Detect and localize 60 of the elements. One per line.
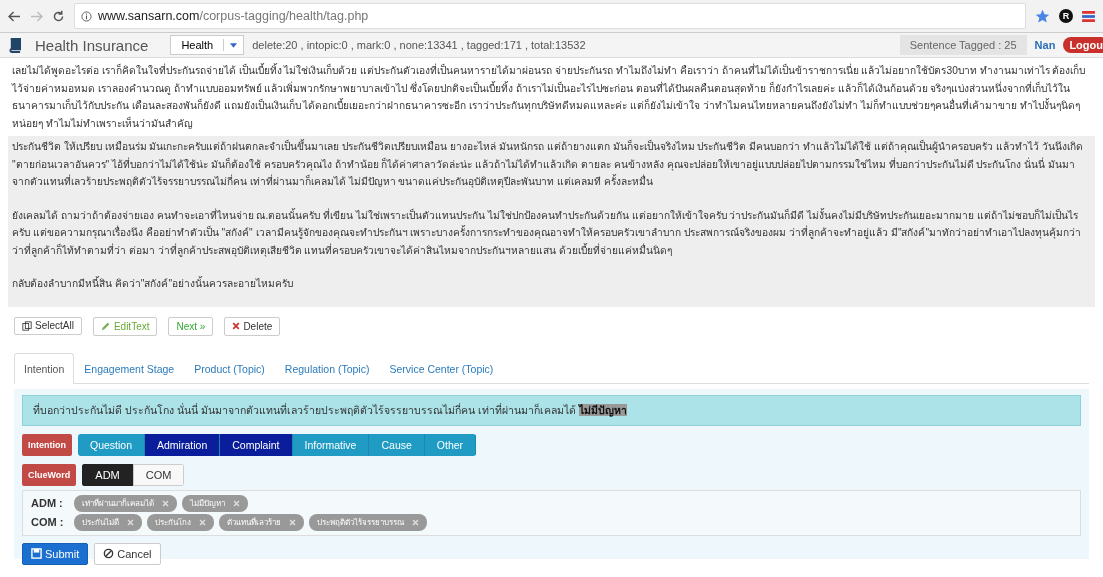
- clue-tag[interactable]: ไม่มีปัญหา: [182, 494, 248, 512]
- paragraph-text: ยังเคลมได้ ถามว่าถ้าต้องจ่ายเอง คนทำจะเอาที่ไหนจ่าย ณ.ตอนนั้นครับ ที่เขียน ไม่ใช่เพราะเป็นตัวแทนประกัน ไม่ใช่ปกป้องคนทำประกันด้วยกัน แต่อยากให้เข้าใจครับ ว่าประกันมันก็มีดี ไม่งั้นคงไม่มีบริษัทประกันเยอะมากมาย แต่ถ้าไม่ชอบก็ไม่เป็นไรครับ แต่ขอความกรุณาเรื่องนึง คืออย่าทำตัวเป็น "สกังค์" เวลามีคนรู้จักของคุณจะทำประกันฯ เพราะบางครั้งการกระทำของคุณอาจทำให้ครอบครัวเขาลำบาก ประสพการณ์จริงของผม ว่าที่ลูกค้าจะทำอยู่แล้ว มี"สกังค์"มาทักว่าอย่าทำเอาไปลงทุนคุ้มกว่า ว่าที่ลูกค้าก็ไท้ทำตามที่ว่า ต่อมา ว่าที่ลูกค้าประสพอุบัติเหตุเสียชีวิต แทนที่ครอบครัวเขาจะได้ค่าสินไหมจากประกันฯหลายแสน ด้วยเบี้ยที่จ่ายแค่หมื่นนิดๆ: [8, 204, 1095, 273]
- remove-icon[interactable]: [289, 518, 296, 526]
- paragraph-text: เลยไม่ได้พูดอะไรต่อ เราก็คิดในใจที่ประกันรถจ่ายได้ เป็นเบี้ยทิ้ง ไม่ใช่เงินเก็บด้วย แต่ประกันตัวเองที่เป็นคนหารายได้มาผ่อนรถ จ่ายประกันรถ ทำไมถึงไม่ทำ คือเราว่า ถ้าคนที่ไม่ได้เป็นข้าราชการเนี่ย แล้วไม่อยากใช้บัตร30บาท ทำงานมาเท่าไร ต้องเก็บไว้จ่ายค่าหมอหมด เราลองคำนวณดู ถ้าทำแบบออมทรัพย์ แล้วเพิ่มพวกรักษาพยาบาลเข้าไป ซึ่งโดยปกติจะเป็นเบี้ยทิ้ง ถ้าเราไม่เป็นอะไรไปซะก่อน ตอนที่ได้ปันผลคืนตอนสุดท้าย ก็ยังกำไรเลยค่ะ แล้วก็ได้เงินก้อนด้วย จริงๆแบ่งส่วนหนึ่งจากที่เก็บไว้ในธนาคารมาเก็บไว้กับประกัน เดือนละสองพันก็ยังดี แถมยังเป็นเงินเก็บ ได้ดอกเบี้ยเยอะกว่าฝากธนาคารซะอีก เราว่าประกันทุกบริษัทดีหมดแหละค่ะ แต่ก็ยังไม่เข้าใจ ว่าทำไมคนไทยหลายคนถึงยังไม่ทำ ไม่ก็ทำแบบช่วยๆคนอื่นที่เค้ามาขาย ทำไปงั้นๆนิดๆหน่อยๆ ทำไมไม่ทำเพราะเห็นว่ามันสำคัญ: [10, 62, 1087, 131]
- forward-icon[interactable]: [30, 10, 43, 22]
- remove-icon[interactable]: [199, 518, 206, 526]
- intention-option[interactable]: Complaint: [220, 433, 293, 456]
- intention-option[interactable]: Question: [78, 433, 146, 456]
- close-icon: [232, 322, 241, 330]
- clueword-option[interactable]: ADM: [82, 463, 133, 486]
- intention-label: Intention: [22, 433, 72, 456]
- group-label: ADM :: [31, 497, 64, 509]
- tab[interactable]: Service Center (Topic): [379, 352, 504, 384]
- reload-icon[interactable]: [52, 9, 65, 23]
- next-button[interactable]: Next »: [168, 316, 214, 336]
- clue-tag[interactable]: ประกันโกง: [147, 513, 214, 531]
- stats-text: delete:20 , intopic:0 , mark:0 , none:13341 , tagged:171 , total:13532: [252, 39, 586, 51]
- remove-icon[interactable]: [162, 499, 169, 507]
- clue-tag[interactable]: ประพฤติตัวไร้จรรยาบรรณ: [309, 513, 427, 531]
- remove-icon[interactable]: [233, 499, 240, 507]
- profile-avatar[interactable]: R: [1059, 9, 1073, 23]
- menu-icon[interactable]: [1082, 10, 1095, 22]
- pencil-icon: [100, 321, 111, 331]
- save-icon: [31, 548, 42, 559]
- delete-button[interactable]: Delete: [224, 316, 281, 336]
- clueword-option[interactable]: COM: [132, 463, 185, 486]
- intention-option[interactable]: Other: [424, 433, 477, 456]
- back-icon[interactable]: [8, 10, 21, 22]
- category-select[interactable]: Health: [170, 35, 245, 55]
- app-title: Health Insurance: [35, 36, 149, 54]
- logout-button[interactable]: Logou: [1063, 37, 1103, 53]
- sentence-count: Sentence Tagged : 25: [899, 35, 1027, 55]
- edit-button[interactable]: EditText: [92, 316, 158, 336]
- clueword-label: ClueWord: [22, 463, 77, 486]
- tab[interactable]: Product (Topic): [184, 352, 275, 384]
- user-name[interactable]: Nan: [1034, 39, 1056, 51]
- group-label: COM :: [31, 516, 65, 528]
- caret-icon: [230, 42, 238, 48]
- clue-tag[interactable]: ตัวแทนที่เลวร้าย: [219, 513, 304, 531]
- select-button[interactable]: SelectAll: [14, 316, 82, 335]
- intention-option[interactable]: Cause: [369, 433, 425, 456]
- clue-tag[interactable]: เท่าที่ผ่านมาก็เคลมได้: [74, 494, 177, 512]
- remove-icon[interactable]: [412, 518, 419, 526]
- info-icon: [81, 10, 92, 22]
- tab[interactable]: Engagement Stage: [74, 352, 185, 384]
- tab[interactable]: Regulation (Topic): [274, 352, 380, 384]
- clue-tag[interactable]: ประกันไม่ดี: [74, 513, 142, 531]
- star-icon[interactable]: [1035, 8, 1050, 24]
- cancel-icon: [103, 548, 115, 559]
- paragraph-text: ประกันชีวิต ให้เปรียบ เหมือนร่ม มันเกะกะครับแต่ถ้าฝนตกละจำเป็นขึ้นมาเลย ประกันชีวิตเปรียบเหมือน ยางอะไหล่ มันหนักรถ แต่ถ้ายางแตก มันก็จะเป็นจริงไหม ประกันชีวิต มีคนบอกว่า ทำแล้วไม่ได้ใช้ แต่ถ้าคุณเป็นผู้นำครอบครัว แล้วทำไว้ วันนึงเกิด "ตายก่อนเวลาอันควร" ไอ้ที่บอกว่าไม่ได้ใช้น่ะ มันก็ต้องใช้ ครอบครัวคุณไง ถ้าทำน้อย ก็ได้ค่าศาลาวัดล่ะน่ะ แล้วถ้าไม่ได้ทำแล้วเกิด ตายละ คนข้างหลัง คุณจะปล่อยให้เขาอยู่แบบปล่อยไปตามกรรมใช่ไหม ที่บอกว่าประกันไม่ดี ประกันโกง นั่นนี่ มันมาจากตัวแทนที่เลวร้ายประพฤติตัวไร้จรรยาบรรณไม่กี่คน เท่าที่ผ่านมาก็เคลมได้ ไม่มีปัญหา ขนาดแค่ประกันอุบัติเหตุปีละพันบาท แต่เคลมที ครั้งละหมื่น: [8, 136, 1095, 205]
- paragraph-text: กลับต้องลำบากมีหนี้สิน คิดว่า"สกังค์"อย่างนั้นควรละอายไหมครับ: [8, 273, 1095, 307]
- intention-option[interactable]: Admiration: [145, 433, 221, 456]
- cancel-button[interactable]: Cancel: [94, 542, 161, 565]
- remove-icon[interactable]: [127, 518, 134, 526]
- copy-icon: [22, 320, 32, 331]
- intention-option[interactable]: Informative: [292, 433, 370, 456]
- submit-button[interactable]: Submit: [22, 542, 89, 565]
- book-icon: [8, 37, 21, 53]
- tab[interactable]: Intention: [14, 352, 75, 384]
- address-bar[interactable]: www.sansarn.com/corpus-tagging/health/tag.php: [74, 3, 1026, 29]
